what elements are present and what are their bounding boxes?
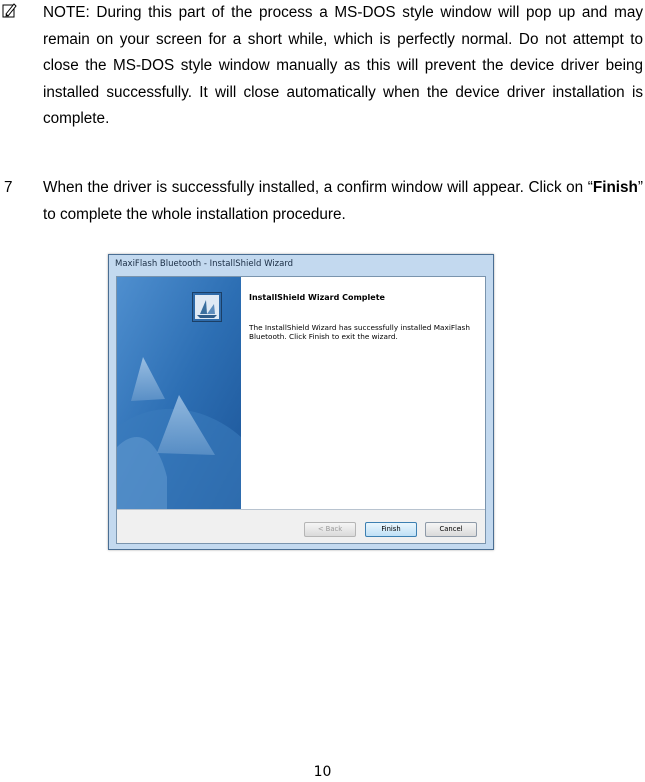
wizard-heading: InstallShield Wizard Complete [249,293,385,302]
note-paragraph: NOTE: During this part of the process a … [43,4,643,127]
page-number: 10 [313,764,332,780]
step-paragraph: When the driver is successfully installe… [43,175,643,228]
pencil-note-icon [2,3,17,18]
wizard-client-area: InstallShield Wizard Complete The Instal… [116,276,486,544]
installshield-window: MaxiFlash Bluetooth - InstallShield Wiza… [108,254,494,550]
window-title: MaxiFlash Bluetooth - InstallShield Wiza… [115,259,294,269]
step-bold-finish: Finish [592,179,638,196]
cancel-button[interactable]: Cancel [425,522,477,537]
back-button[interactable]: < Back [304,522,356,537]
wizard-button-bar: < Back Finish Cancel [117,510,485,543]
step-text-before: When the driver is successfully installe… [43,179,593,196]
step-number: 7 [4,179,13,196]
installshield-logo-icon [192,292,222,322]
wizard-message: The InstallShield Wizard has successfull… [249,323,470,341]
wizard-side-banner [117,277,241,509]
finish-button[interactable]: Finish [365,522,417,537]
